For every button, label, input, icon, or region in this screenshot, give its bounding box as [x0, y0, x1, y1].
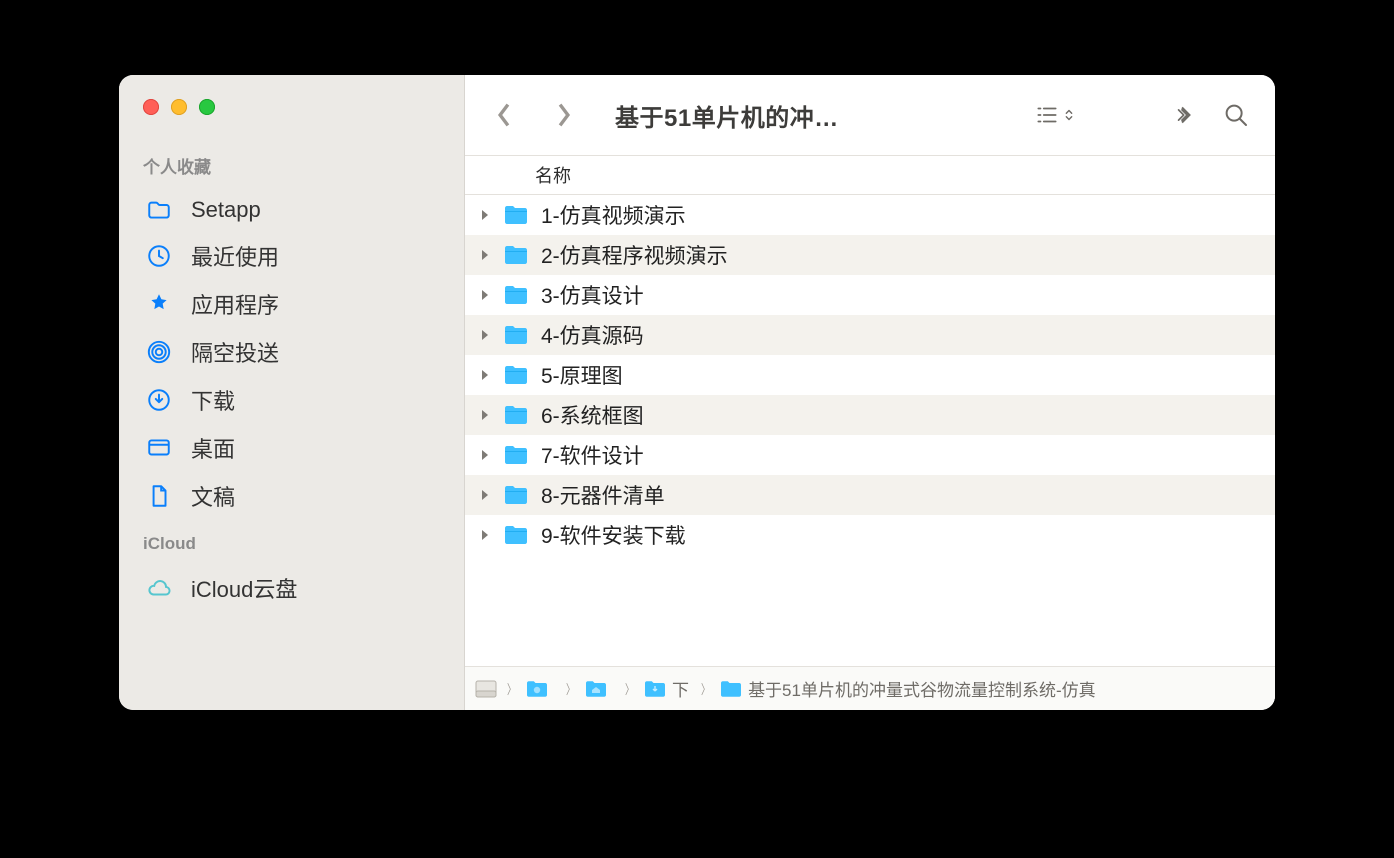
desktop-icon: [145, 434, 173, 462]
finder-window: 个人收藏 Setapp 最近使用 应用程序 隔空投送: [119, 75, 1275, 710]
sidebar-item-documents[interactable]: 文稿: [119, 472, 464, 520]
folder-icon: [503, 284, 529, 306]
appstore-icon: [145, 290, 173, 318]
sidebar-item-recents[interactable]: 最近使用: [119, 232, 464, 280]
sidebar-item-label: iCloud云盘: [191, 572, 297, 604]
list-item[interactable]: 2-仿真程序视频演示: [465, 235, 1275, 275]
folder-icon: [145, 196, 173, 224]
folder-icon[interactable]: [585, 680, 607, 698]
chevron-right-icon: 〉: [504, 679, 519, 698]
list-item[interactable]: 3-仿真设计: [465, 275, 1275, 315]
back-button[interactable]: [487, 98, 521, 132]
sidebar-item-label: 应用程序: [191, 288, 279, 320]
nav-buttons: [487, 98, 581, 132]
folder-icon: [503, 364, 529, 386]
sidebar-item-label: 下载: [191, 384, 235, 416]
toolbar: 基于51单片机的冲…: [465, 75, 1275, 155]
folder-icon[interactable]: [720, 680, 742, 698]
file-name: 9-软件安装下载: [541, 520, 686, 550]
disclosure-triangle-icon[interactable]: [477, 487, 493, 503]
minimize-window-button[interactable]: [171, 99, 187, 115]
path-segment-current[interactable]: 基于51单片机的冲量式谷物流量控制系统-仿真: [746, 676, 1098, 701]
disclosure-triangle-icon[interactable]: [477, 287, 493, 303]
disclosure-triangle-icon[interactable]: [477, 367, 493, 383]
sidebar-item-airdrop[interactable]: 隔空投送: [119, 328, 464, 376]
sidebar-item-label: 桌面: [191, 432, 235, 464]
file-name: 1-仿真视频演示: [541, 200, 686, 230]
path-bar: 〉 〉 〉 下 〉 基于51单片机的冲量式谷物流量控制系统-仿真: [465, 666, 1275, 710]
sidebar-item-downloads[interactable]: 下载: [119, 376, 464, 424]
icloud-icon: [145, 574, 173, 602]
path-segment[interactable]: 下: [670, 676, 691, 701]
folder-icon: [503, 244, 529, 266]
sidebar-item-setapp[interactable]: Setapp: [119, 188, 464, 232]
chevron-right-icon: 〉: [563, 679, 578, 698]
sidebar-item-label: 文稿: [191, 480, 235, 512]
folder-icon: [503, 484, 529, 506]
list-item[interactable]: 7-软件设计: [465, 435, 1275, 475]
list-item[interactable]: 9-软件安装下载: [465, 515, 1275, 555]
sidebar-item-label: 隔空投送: [191, 336, 279, 368]
sidebar-item-applications[interactable]: 应用程序: [119, 280, 464, 328]
sidebar-item-label: Setapp: [191, 197, 261, 223]
list-item[interactable]: 1-仿真视频演示: [465, 195, 1275, 235]
folder-icon: [503, 404, 529, 426]
close-window-button[interactable]: [143, 99, 159, 115]
more-toolbar-button[interactable]: [1157, 92, 1203, 138]
file-name: 6-系统框图: [541, 400, 644, 430]
folder-icon: [503, 524, 529, 546]
search-button[interactable]: [1213, 92, 1259, 138]
window-controls: [119, 93, 464, 139]
folder-icon[interactable]: [526, 680, 548, 698]
sidebar-section-favorites: 个人收藏: [119, 139, 464, 188]
doc-icon: [145, 482, 173, 510]
disclosure-triangle-icon[interactable]: [477, 327, 493, 343]
disclosure-triangle-icon[interactable]: [477, 447, 493, 463]
disclosure-triangle-icon[interactable]: [477, 207, 493, 223]
disclosure-triangle-icon[interactable]: [477, 527, 493, 543]
main-panel: 基于51单片机的冲… 名称 1-仿真视频演示: [464, 75, 1275, 710]
list-item[interactable]: 6-系统框图: [465, 395, 1275, 435]
folder-icon: [503, 204, 529, 226]
clock-icon: [145, 242, 173, 270]
sidebar: 个人收藏 Setapp 最近使用 应用程序 隔空投送: [119, 75, 464, 710]
view-mode-button[interactable]: [1031, 92, 1077, 138]
forward-button[interactable]: [547, 98, 581, 132]
file-name: 7-软件设计: [541, 440, 644, 470]
folder-icon: [503, 444, 529, 466]
zoom-window-button[interactable]: [199, 99, 215, 115]
sidebar-item-desktop[interactable]: 桌面: [119, 424, 464, 472]
list-item[interactable]: 8-元器件清单: [465, 475, 1275, 515]
disclosure-triangle-icon[interactable]: [477, 407, 493, 423]
folder-icon[interactable]: [644, 680, 666, 698]
list-item[interactable]: 4-仿真源码: [465, 315, 1275, 355]
window-title: 基于51单片机的冲…: [615, 98, 839, 133]
airdrop-icon: [145, 338, 173, 366]
sidebar-item-label: 最近使用: [191, 240, 279, 272]
disclosure-triangle-icon[interactable]: [477, 247, 493, 263]
file-name: 2-仿真程序视频演示: [541, 240, 728, 270]
sidebar-section-icloud: iCloud: [119, 520, 464, 564]
file-name: 5-原理图: [541, 360, 623, 390]
list-item[interactable]: 5-原理图: [465, 355, 1275, 395]
file-name: 4-仿真源码: [541, 320, 644, 350]
disk-icon[interactable]: [475, 680, 497, 698]
folder-icon: [503, 324, 529, 346]
file-name: 3-仿真设计: [541, 280, 644, 310]
chevron-right-icon: 〉: [622, 679, 637, 698]
download-icon: [145, 386, 173, 414]
chevron-right-icon: 〉: [698, 679, 713, 698]
sidebar-item-icloud-drive[interactable]: iCloud云盘: [119, 564, 464, 612]
file-name: 8-元器件清单: [541, 480, 665, 510]
column-header-name[interactable]: 名称: [465, 155, 1275, 195]
file-list: 1-仿真视频演示 2-仿真程序视频演示 3-仿真设计 4-仿真源码 5-原理图: [465, 195, 1275, 666]
